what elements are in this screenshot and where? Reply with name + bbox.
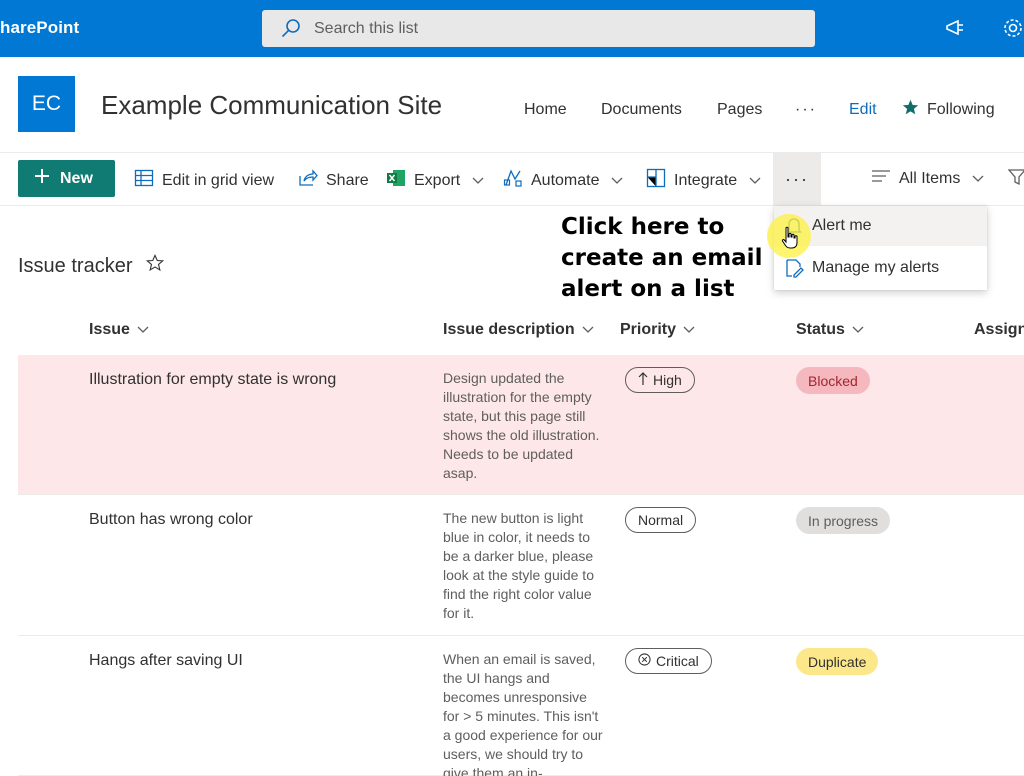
- nav-more[interactable]: ···: [795, 101, 817, 119]
- filter-icon[interactable]: [1008, 168, 1024, 186]
- automate-flow-icon: [503, 168, 523, 193]
- status-badge: In progress: [796, 507, 891, 534]
- app-brand[interactable]: harePoint: [0, 18, 79, 38]
- cell-issue[interactable]: Hangs after saving UI: [89, 652, 243, 670]
- suite-bar: harePoint Search this list: [0, 0, 1024, 57]
- edit-document-icon: [784, 258, 804, 283]
- site-logo[interactable]: EC: [18, 76, 75, 132]
- annotation-line: alert on a list: [561, 276, 735, 302]
- chevron-down-icon: [582, 321, 594, 339]
- column-header-label: Status: [796, 321, 845, 338]
- nav-pages[interactable]: Pages: [717, 101, 762, 119]
- more-commands-button[interactable]: ···: [773, 153, 821, 205]
- star-outline-icon[interactable]: [146, 254, 165, 278]
- cell-description: When an email is saved, the UI hangs and…: [443, 651, 603, 776]
- nav-documents[interactable]: Documents: [601, 101, 682, 119]
- chevron-down-icon: [852, 321, 864, 339]
- automate-label: Automate: [531, 171, 600, 189]
- status-badge: Duplicate: [796, 648, 879, 675]
- following-button[interactable]: Following: [902, 99, 995, 121]
- column-header-label: Issue: [89, 321, 130, 338]
- nav-home[interactable]: Home: [524, 101, 567, 119]
- circle-x-icon: [638, 653, 651, 669]
- priority-label: Critical: [656, 653, 699, 669]
- plus-icon: [34, 168, 50, 189]
- list-title: Issue tracker: [18, 254, 165, 278]
- view-label: All Items: [899, 169, 961, 187]
- menu-item-manage-alerts[interactable]: Manage my alerts: [774, 248, 987, 288]
- menu-item-label: Alert me: [812, 217, 872, 234]
- megaphone-icon[interactable]: [944, 17, 966, 44]
- column-header-issue-description[interactable]: Issue description: [443, 321, 594, 339]
- priority-pill: Normal: [625, 507, 697, 533]
- chevron-down-icon: [749, 172, 761, 190]
- share-icon: [298, 168, 318, 193]
- share-button[interactable]: Share: [298, 168, 369, 193]
- column-header-status[interactable]: Status: [796, 321, 864, 339]
- table-row[interactable]: Illustration for empty state is wrong De…: [18, 355, 1024, 495]
- menu-item-label: Manage my alerts: [812, 259, 940, 276]
- integrate-button[interactable]: Integrate: [646, 168, 761, 193]
- cell-issue[interactable]: Button has wrong color: [89, 511, 253, 529]
- column-header-label: Issue description: [443, 321, 575, 338]
- search-box[interactable]: Search this list: [262, 10, 815, 47]
- table-row[interactable]: Hangs after saving UI When an email is s…: [18, 636, 1024, 776]
- arrow-up-icon: [638, 371, 648, 389]
- cell-issue[interactable]: Illustration for empty state is wrong: [89, 371, 336, 389]
- export-button[interactable]: Export: [386, 168, 484, 193]
- hand-cursor-icon: [781, 226, 799, 255]
- chevron-down-icon: [472, 172, 484, 190]
- column-header-label: Priority: [620, 321, 677, 338]
- grid-icon: [134, 168, 154, 193]
- column-header-priority[interactable]: Priority: [620, 321, 695, 339]
- nav-edit-link[interactable]: Edit: [849, 101, 877, 119]
- new-label: New: [60, 169, 93, 187]
- view-switcher-button[interactable]: All Items: [871, 168, 984, 189]
- cell-description: Design updated the illustration for the …: [443, 370, 600, 481]
- settings-gear-icon[interactable]: [1002, 17, 1024, 44]
- edit-grid-view-button[interactable]: Edit in grid view: [134, 168, 274, 193]
- table-row[interactable]: Button has wrong color The new button is…: [18, 495, 1024, 636]
- edit-grid-label: Edit in grid view: [162, 171, 275, 189]
- search-placeholder: Search this list: [314, 20, 419, 37]
- annotation-line: create an email: [561, 245, 763, 271]
- integrate-icon: [646, 168, 666, 193]
- column-header-label: Assigne: [974, 321, 1024, 338]
- chevron-down-icon: [611, 172, 623, 190]
- share-label: Share: [326, 171, 369, 189]
- column-header-issue[interactable]: Issue: [89, 321, 149, 339]
- search-icon: [280, 18, 302, 45]
- export-label: Export: [414, 171, 461, 189]
- list-lines-icon: [871, 168, 891, 189]
- new-button[interactable]: New: [18, 160, 115, 197]
- automate-button[interactable]: Automate: [503, 168, 623, 193]
- instruction-annotation: Click here to create an email alert on a…: [561, 212, 781, 305]
- annotation-line: Click here to: [561, 214, 725, 240]
- star-filled-icon: [902, 99, 919, 121]
- site-title[interactable]: Example Communication Site: [101, 90, 442, 121]
- header-divider: [0, 152, 1024, 153]
- list-title-text: Issue tracker: [18, 254, 133, 277]
- chevron-down-icon: [972, 170, 984, 188]
- chevron-down-icon: [137, 321, 149, 339]
- priority-pill: High: [625, 367, 695, 393]
- priority-pill: Critical: [625, 648, 712, 674]
- status-badge: Blocked: [796, 367, 870, 394]
- cell-description: The new button is light blue in color, i…: [443, 510, 594, 621]
- following-label: Following: [927, 101, 995, 118]
- integrate-label: Integrate: [674, 171, 738, 189]
- priority-label: Normal: [638, 512, 684, 528]
- chevron-down-icon: [683, 321, 695, 339]
- excel-icon: [386, 168, 406, 193]
- column-header-assigned[interactable]: Assigne: [974, 321, 1024, 339]
- priority-label: High: [653, 372, 682, 388]
